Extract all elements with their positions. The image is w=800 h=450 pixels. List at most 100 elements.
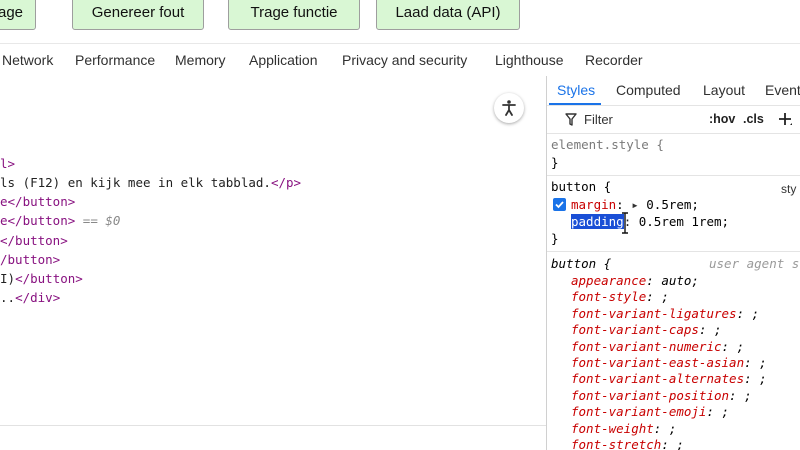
dom-text: ls (F12) en kijk mee in elk tabblad. <box>0 175 271 190</box>
dom-tag: </button> <box>15 271 83 286</box>
ua-property-name: font-variant-numeric <box>571 338 722 354</box>
tab-application[interactable]: Application <box>249 44 318 76</box>
elements-dom-tree: l> ls (F12) en kijk mee in elk tabblad.<… <box>0 76 546 450</box>
dom-line-selected[interactable]: e</button> == $0 <box>0 213 120 228</box>
panel-divider <box>0 425 546 426</box>
ua-property-name: font-variant-alternates <box>571 371 745 387</box>
tab-styles[interactable]: Styles <box>557 76 595 104</box>
dom-tag: /button> <box>0 252 61 267</box>
ua-property-name: font-variant-east-asian <box>571 355 745 370</box>
stylesheet-link[interactable]: sty <box>781 182 796 196</box>
ua-declaration[interactable]: font-variant-caps: ; <box>571 322 722 337</box>
ua-declaration[interactable]: font-style: ; <box>571 289 669 304</box>
ua-property-name: font-weight <box>571 420 654 436</box>
divider <box>547 105 800 106</box>
styles-pane: Styles Computed Layout Event Filter :hov… <box>546 76 800 450</box>
ua-property-value: ; <box>706 322 722 338</box>
ua-property-value: auto; <box>653 273 699 288</box>
dom-tag: </button> <box>7 213 76 228</box>
ua-property-name: font-variant-emoji <box>571 404 707 420</box>
dom-tag: </button> <box>7 194 76 209</box>
page-button-storage[interactable]: rage <box>0 0 36 30</box>
dom-line[interactable]: /button> <box>0 252 60 267</box>
dom-selected-marker: == $0 <box>75 213 121 228</box>
dom-tag: </p> <box>270 175 302 190</box>
tab-network[interactable]: Network <box>2 44 53 76</box>
element-style-selector[interactable]: element.style { <box>551 137 664 152</box>
dom-line[interactable]: I)</button> <box>0 271 83 286</box>
ua-declaration[interactable]: font-weight: ; <box>571 421 676 436</box>
dom-line[interactable]: </button> <box>0 233 68 248</box>
ua-property-value: ; <box>653 289 669 305</box>
page-button-load-data[interactable]: Laad data (API) <box>376 0 520 30</box>
padding-property-name-selected[interactable]: padding <box>571 214 624 229</box>
ua-property-name: font-style <box>571 289 647 305</box>
margin-property-name: margin <box>571 197 617 212</box>
ua-property-value: ; <box>668 437 684 450</box>
dom-text: e <box>0 213 8 228</box>
close-brace: } <box>551 155 559 170</box>
dom-line[interactable]: ls (F12) en kijk mee in elk tabblad.</p> <box>0 175 301 190</box>
hov-toggle[interactable]: :hov <box>709 112 735 126</box>
dom-tag: </div> <box>15 290 61 305</box>
ua-declaration[interactable]: font-variant-east-asian: ; <box>571 355 767 370</box>
ua-property-name: font-variant-ligatures <box>571 305 737 321</box>
accessibility-tree-button[interactable] <box>494 93 524 123</box>
tab-privacy-security[interactable]: Privacy and security <box>342 44 467 76</box>
ua-declaration[interactable]: font-variant-position: ; <box>571 388 752 403</box>
dom-line[interactable]: l> <box>0 156 15 171</box>
divider <box>547 175 800 176</box>
expand-triangle-icon[interactable]: ▸ <box>631 197 639 212</box>
filter-bar: Filter :hov .cls <box>547 108 800 132</box>
ua-declaration[interactable]: font-variant-emoji: ; <box>571 404 729 419</box>
ua-declaration[interactable]: font-stretch: ; <box>571 437 684 450</box>
filter-icon <box>565 113 577 126</box>
dom-line[interactable]: e</button> <box>0 194 75 209</box>
ua-declaration[interactable]: font-variant-ligatures: ; <box>571 306 759 321</box>
dom-text: e <box>0 194 8 209</box>
ua-declaration[interactable]: font-variant-numeric: ; <box>571 339 744 354</box>
property-checkbox[interactable] <box>553 198 566 211</box>
filter-input[interactable]: Filter <box>584 112 613 127</box>
plus-icon[interactable] <box>777 111 793 127</box>
ua-property-value: ; <box>751 355 767 370</box>
page-button-slow-function[interactable]: Trage functie <box>228 0 360 30</box>
tab-computed[interactable]: Computed <box>616 76 681 104</box>
page-button-generate-error[interactable]: Genereer fout <box>72 0 204 30</box>
padding-value: 0.5rem 1rem; <box>638 214 730 229</box>
ua-property-name: font-variant-position <box>571 387 730 403</box>
tab-recorder[interactable]: Recorder <box>585 44 643 76</box>
devtools-tab-bar: Network Performance Memory Application P… <box>0 43 800 77</box>
tab-memory[interactable]: Memory <box>175 44 226 76</box>
dom-tag: </button> <box>0 233 68 248</box>
ua-property-value: ; <box>744 305 760 321</box>
padding-declaration[interactable]: padding: 0.5rem 1rem; <box>571 214 729 229</box>
ua-rule-selector[interactable]: button { <box>551 256 611 271</box>
text-cursor-icon <box>622 212 628 234</box>
check-icon <box>555 201 564 209</box>
ua-property-value: ; <box>714 404 730 420</box>
divider <box>547 251 800 252</box>
ua-property-value: ; <box>751 371 767 387</box>
button-rule-selector[interactable]: button { <box>551 179 611 194</box>
close-brace: } <box>551 231 559 246</box>
margin-declaration[interactable]: margin: ▸ 0.5rem; <box>571 197 699 212</box>
tab-event-listeners[interactable]: Event <box>765 76 800 104</box>
ua-property-value: ; <box>661 420 677 436</box>
dom-text: .. <box>0 290 16 305</box>
ua-declaration[interactable]: font-variant-alternates: ; <box>571 371 767 386</box>
ua-property-name: font-variant-caps <box>571 322 699 338</box>
tab-layout[interactable]: Layout <box>703 76 745 104</box>
tab-lighthouse[interactable]: Lighthouse <box>495 44 564 76</box>
margin-value: 0.5rem; <box>646 197 699 212</box>
tab-performance[interactable]: Performance <box>75 44 155 76</box>
divider <box>547 133 800 134</box>
ua-property-value: ; <box>729 338 745 354</box>
accessibility-icon <box>502 100 516 116</box>
ua-property-name: appearance <box>571 273 647 288</box>
dom-text: I) <box>0 271 16 286</box>
user-agent-stylesheet-label: user agent st <box>709 256 800 271</box>
ua-declaration[interactable]: appearance: auto; <box>571 273 699 288</box>
cls-toggle[interactable]: .cls <box>743 112 764 126</box>
dom-line[interactable]: ..</div> <box>0 290 60 305</box>
